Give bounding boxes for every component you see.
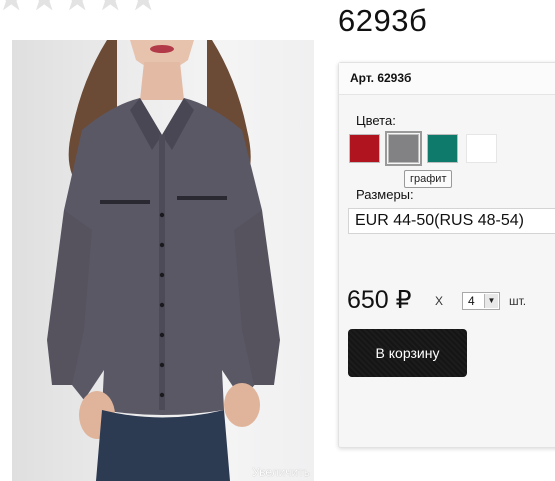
sizes-label: Размеры: xyxy=(356,187,414,202)
product-photo[interactable]: Увеличить xyxy=(12,40,314,481)
size-select[interactable]: EUR 44-50(RUS 48-54) xyxy=(348,208,555,234)
color-tooltip: графит xyxy=(404,170,453,188)
star-icon[interactable]: ★ xyxy=(128,0,158,16)
star-icon[interactable]: ★ xyxy=(0,0,26,16)
rating-stars[interactable]: ★ ★ ★ ★ ★ xyxy=(0,0,158,16)
product-title: 6293б xyxy=(338,3,428,38)
price: 650 ₽ xyxy=(347,286,412,314)
color-swatch-graphite[interactable] xyxy=(385,131,422,166)
times-sign: X xyxy=(435,294,444,308)
product-options-panel: Арт. 6293б Цвета: графит Размеры: EUR 44… xyxy=(338,62,555,448)
color-swatch-red[interactable] xyxy=(349,134,380,163)
model-illustration xyxy=(47,40,280,481)
quantity-value: 4 xyxy=(468,294,475,308)
star-icon[interactable]: ★ xyxy=(95,0,125,16)
zoom-link[interactable]: Увеличить xyxy=(252,465,310,479)
colors-label: Цвета: xyxy=(356,113,396,128)
unit-label: шт. xyxy=(509,294,527,308)
add-to-cart-button[interactable]: В корзину xyxy=(348,329,467,377)
star-icon[interactable]: ★ xyxy=(29,0,59,16)
color-swatch-teal[interactable] xyxy=(427,134,458,163)
star-icon[interactable]: ★ xyxy=(62,0,92,16)
color-swatch-white[interactable] xyxy=(466,134,497,163)
sku-label: Арт. 6293б xyxy=(339,63,555,95)
chevron-down-icon[interactable]: ▼ xyxy=(484,294,498,308)
quantity-select[interactable]: 4 ▼ xyxy=(462,292,500,310)
